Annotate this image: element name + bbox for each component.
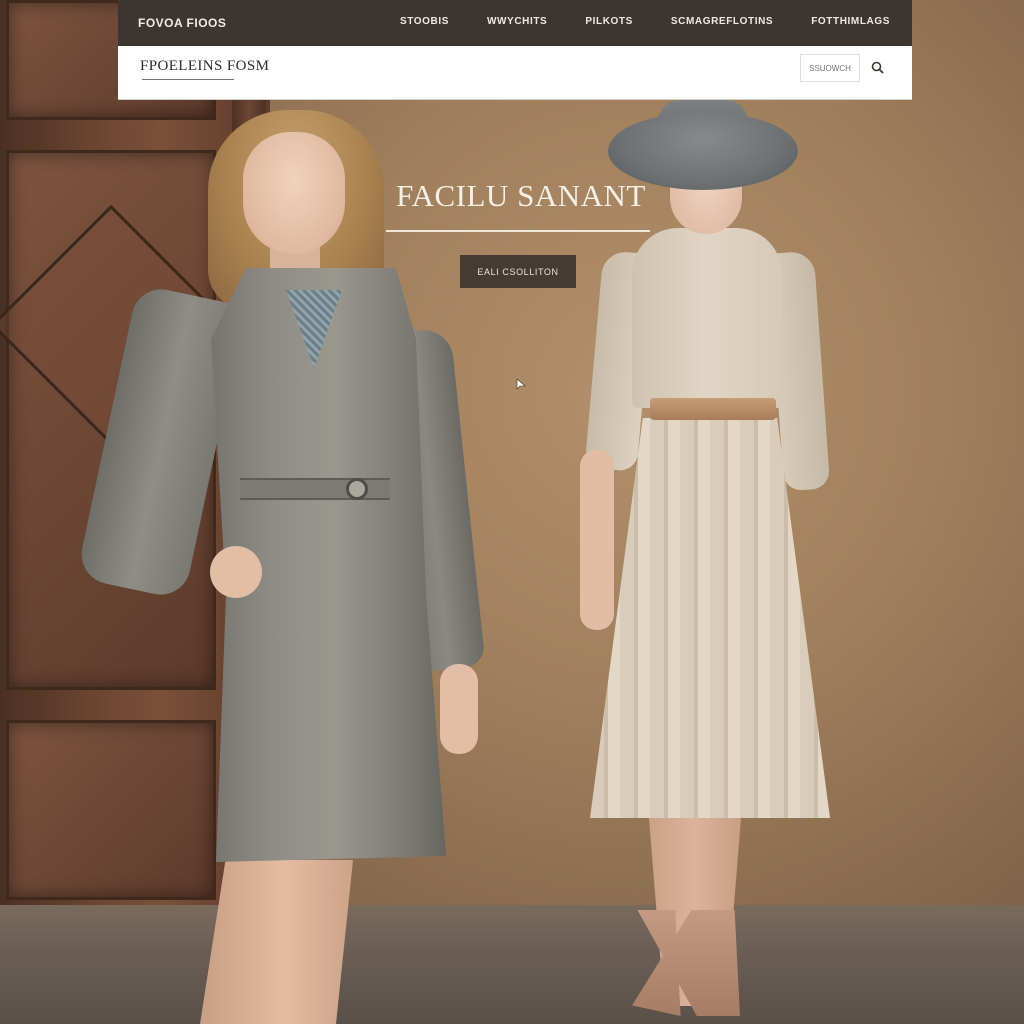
nav-link-4[interactable]: SCMAGREFLOTINS [671,16,773,27]
top-nav: FOVOA FIOOS STOOBIS WWYCHITS PILKOTS SCM… [118,0,912,46]
search-bar: FPOELEINS FOSM [118,46,912,100]
search-input[interactable] [800,54,860,82]
nav-link-2[interactable]: WWYCHITS [487,16,547,27]
model-hand [210,546,262,598]
nav-link-5[interactable]: FOTTHIMLAGS [811,16,890,27]
model-hand [440,664,478,754]
search-icon[interactable] [870,60,886,76]
brand-logo[interactable]: FOVOA FIOOS [138,16,226,30]
model-face [243,132,345,254]
nav-link-1[interactable]: STOOBIS [400,16,449,27]
dress-belt [650,398,776,420]
model-arm [580,450,614,630]
nav-links: STOOBIS WWYCHITS PILKOTS SCMAGREFLOTINS … [400,16,890,27]
title-underline [142,79,234,80]
floor [0,905,1024,1024]
hero-photo [0,0,1024,1024]
hero-cta-button[interactable]: EALI CSOLLITON [460,255,576,288]
hero-title: FACILU SANANT [396,178,646,213]
dress-bodice [632,228,782,408]
coat-button [346,478,368,500]
nav-link-3[interactable]: PILKOTS [585,16,633,27]
cursor-icon [516,378,526,390]
door-panel [6,720,216,900]
hero-divider [386,230,650,232]
page-title: FPOELEINS FOSM [140,58,270,74]
